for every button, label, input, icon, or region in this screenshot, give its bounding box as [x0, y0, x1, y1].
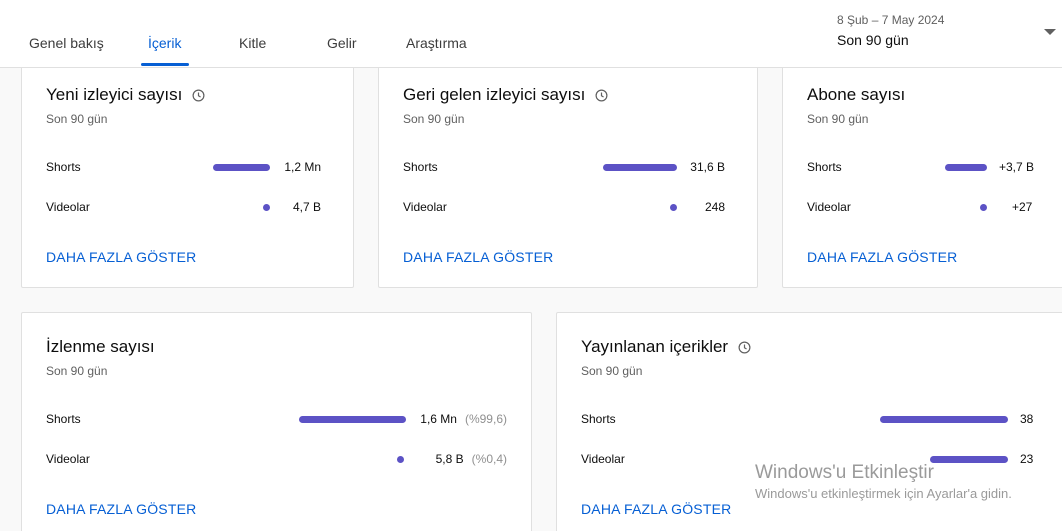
- row-label-videolar: Videolar: [46, 452, 90, 466]
- row-value-shorts: +3,7 B: [999, 160, 1035, 174]
- show-more-button[interactable]: DAHA FAZLA GÖSTER: [46, 501, 196, 517]
- clock-info-icon[interactable]: [192, 89, 205, 102]
- card-title: Abone sayısı: [807, 85, 905, 105]
- tab-gelir[interactable]: Gelir: [327, 35, 357, 51]
- shorts-bar: [299, 416, 406, 423]
- row-label-shorts: Shorts: [46, 160, 81, 174]
- card-subtitle: Son 90 gün: [807, 112, 869, 126]
- row-value-shorts: 31,6 B: [690, 160, 725, 174]
- card-subtitle: Son 90 gün: [403, 112, 465, 126]
- card-title: İzlenme sayısı: [46, 337, 155, 357]
- videolar-dot: [980, 204, 987, 211]
- card-title-text: Geri gelen izleyici sayısı: [403, 85, 586, 104]
- videolar-dot: [263, 204, 270, 211]
- value-text: 1,6 Mn: [420, 412, 457, 426]
- row-label-videolar: Videolar: [403, 200, 447, 214]
- card-title: Yeni izleyici sayısı: [46, 85, 205, 105]
- active-tab-indicator: [141, 63, 189, 66]
- row-value-videolar: 23: [1020, 452, 1034, 466]
- value-text: 5,8 B: [435, 452, 464, 466]
- card-subscribers: Abone sayısı Son 90 gün Shorts +3,7 B Vi…: [782, 58, 1062, 288]
- card-title: Geri gelen izleyici sayısı: [403, 85, 608, 105]
- card-title-text: Yayınlanan içerikler: [581, 337, 729, 356]
- date-range-text: 8 Şub – 7 May 2024: [837, 13, 945, 27]
- shorts-bar: [880, 416, 1008, 423]
- card-title-text: İzlenme sayısı: [46, 337, 155, 356]
- show-more-button[interactable]: DAHA FAZLA GÖSTER: [581, 501, 731, 517]
- show-more-button[interactable]: DAHA FAZLA GÖSTER: [403, 249, 553, 265]
- tab-genel-bakis[interactable]: Genel bakış: [29, 35, 104, 51]
- row-label-shorts: Shorts: [807, 160, 842, 174]
- card-subtitle: Son 90 gün: [46, 364, 108, 378]
- tab-arastirma[interactable]: Araştırma: [406, 35, 467, 51]
- row-label-shorts: Shorts: [403, 160, 438, 174]
- row-label-videolar: Videolar: [581, 452, 625, 466]
- clock-info-icon[interactable]: [595, 89, 608, 102]
- card-subtitle: Son 90 gün: [581, 364, 643, 378]
- watermark-title: Windows'u Etkinleştir: [755, 462, 934, 483]
- percent-text: (%0,4): [471, 452, 507, 466]
- percent-text: (%99,6): [464, 412, 507, 426]
- card-title-text: Abone sayısı: [807, 85, 906, 104]
- tab-icerik[interactable]: İçerik: [148, 35, 181, 51]
- row-value-videolar: 248: [704, 200, 725, 214]
- card-subtitle: Son 90 gün: [46, 112, 108, 126]
- row-label-shorts: Shorts: [46, 412, 81, 426]
- row-value-videolar: +27: [1012, 200, 1033, 214]
- row-value-shorts: 1,6 Mn (%99,6): [420, 412, 507, 426]
- videolar-dot: [397, 456, 404, 463]
- row-value-shorts: 1,2 Mn: [284, 160, 321, 174]
- videolar-dot: [670, 204, 677, 211]
- row-value-shorts: 38: [1020, 412, 1034, 426]
- show-more-button[interactable]: DAHA FAZLA GÖSTER: [46, 249, 196, 265]
- card-returning-viewers: Geri gelen izleyici sayısı Son 90 gün Sh…: [378, 58, 758, 288]
- shorts-bar: [945, 164, 987, 171]
- card-title-text: Yeni izleyici sayısı: [46, 85, 183, 104]
- windows-activation-watermark: Windows'u Etkinleştir Windows'u etkinleş…: [755, 462, 1012, 501]
- card-new-viewers: Yeni izleyici sayısı Son 90 gün Shorts 1…: [21, 58, 354, 288]
- tab-kitle[interactable]: Kitle: [239, 35, 266, 51]
- content-analytics-page: Genel bakış İçerik Kitle Gelir Araştırma…: [0, 0, 1062, 531]
- row-label-shorts: Shorts: [581, 412, 616, 426]
- top-tab-bar: Genel bakış İçerik Kitle Gelir Araştırma…: [0, 0, 1062, 68]
- chevron-down-icon[interactable]: [1044, 29, 1056, 35]
- show-more-button[interactable]: DAHA FAZLA GÖSTER: [807, 249, 957, 265]
- shorts-bar: [603, 164, 677, 171]
- card-title: Yayınlanan içerikler: [581, 337, 751, 357]
- watermark-subtitle: Windows'u etkinleştirmek için Ayarlar'a …: [755, 486, 1012, 501]
- shorts-bar: [213, 164, 270, 171]
- row-value-videolar: 4,7 B: [292, 200, 321, 214]
- row-label-videolar: Videolar: [807, 200, 851, 214]
- clock-info-icon[interactable]: [738, 341, 751, 354]
- row-label-videolar: Videolar: [46, 200, 90, 214]
- period-label: Son 90 gün: [837, 32, 909, 48]
- card-views: İzlenme sayısı Son 90 gün Shorts 1,6 Mn (…: [21, 312, 532, 531]
- row-value-videolar: 5,8 B (%0,4): [436, 452, 507, 466]
